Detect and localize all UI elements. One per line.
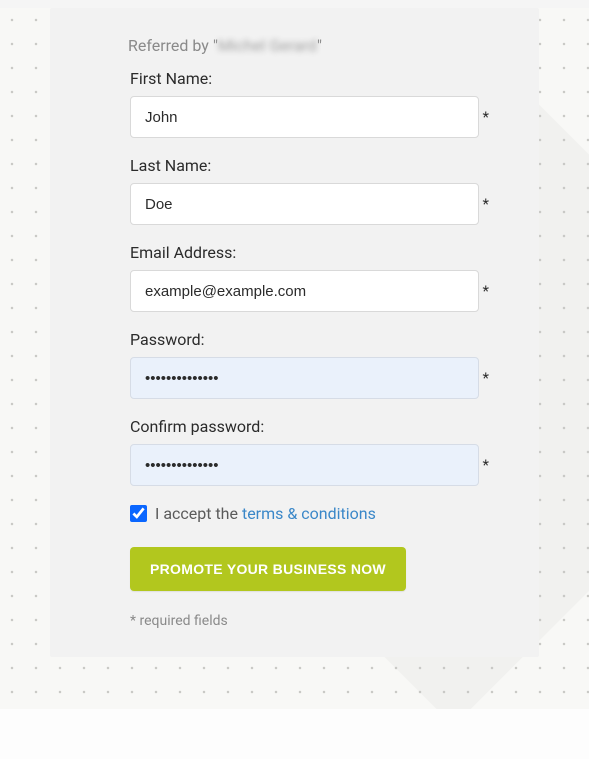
terms-checkbox[interactable] <box>130 505 147 522</box>
email-field: Email Address: * <box>130 243 489 312</box>
password-input[interactable] <box>130 357 479 399</box>
last-name-label: Last Name: <box>130 156 489 175</box>
confirm-password-label: Confirm password: <box>130 417 489 436</box>
required-asterisk: * <box>483 195 489 213</box>
required-asterisk: * <box>483 456 489 474</box>
first-name-label: First Name: <box>130 69 489 88</box>
password-field: Password: * <box>130 330 489 399</box>
required-asterisk: * <box>483 282 489 300</box>
referred-suffix: " <box>317 36 322 55</box>
terms-prefix: I accept the <box>155 504 242 523</box>
referred-prefix: Referred by " <box>128 36 218 55</box>
confirm-password-field: Confirm password: * <box>130 417 489 486</box>
email-input[interactable] <box>130 270 479 312</box>
last-name-field: Last Name: * <box>130 156 489 225</box>
required-asterisk: * <box>483 369 489 387</box>
required-asterisk: * <box>483 108 489 126</box>
referred-name: Michel Gerard <box>218 36 317 55</box>
password-label: Password: <box>130 330 489 349</box>
submit-button[interactable]: PROMOTE YOUR BUSINESS NOW <box>130 547 406 591</box>
referred-by-text: Referred by "Michel Gerard" <box>128 36 489 55</box>
signup-form-card: Referred by "Michel Gerard" First Name: … <box>50 8 539 657</box>
terms-row: I accept the terms & conditions <box>130 504 489 523</box>
first-name-field: First Name: * <box>130 69 489 138</box>
last-name-input[interactable] <box>130 183 479 225</box>
terms-link[interactable]: terms & conditions <box>242 504 376 523</box>
confirm-password-input[interactable] <box>130 444 479 486</box>
email-label: Email Address: <box>130 243 489 262</box>
required-fields-note: * required fields <box>130 613 489 629</box>
first-name-input[interactable] <box>130 96 479 138</box>
